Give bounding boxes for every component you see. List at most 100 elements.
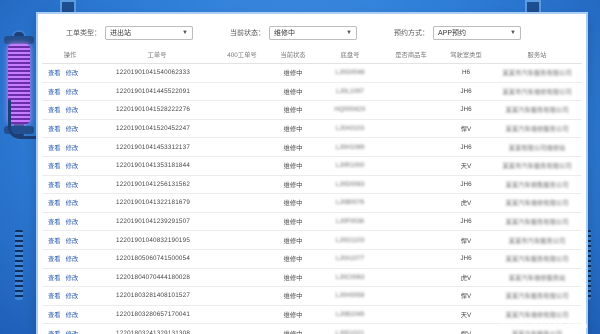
cab-type-cell: 悍V: [440, 230, 492, 250]
booking-label: 预约方式：: [394, 30, 429, 37]
chassis-number: LJ0G0048: [335, 69, 365, 77]
cab-type-cell: 虎V: [440, 268, 492, 288]
view-link[interactable]: 查看: [48, 312, 61, 319]
row-actions: 查看修改: [42, 175, 98, 195]
view-link[interactable]: 查看: [48, 163, 61, 170]
chassis-number: LJ0R1000: [335, 162, 365, 170]
chevron-down-icon: ▼: [510, 30, 516, 36]
order-number-cell: 12201901041256131562: [98, 175, 216, 195]
chassis-number: LJ0H1089: [335, 143, 365, 151]
order-number-cell: 12201901041528222276: [98, 100, 216, 120]
table-row: 查看 修改 12201804070444180028 维修中 LJ0C0063 虎V 某某汽…: [42, 268, 582, 288]
commercial-vehicle-cell: [382, 268, 440, 288]
view-link[interactable]: 查看: [48, 200, 61, 207]
row-actions: 查看修改: [42, 63, 98, 83]
chassis-number: HQ00042X: [334, 106, 366, 114]
view-link[interactable]: 查看: [48, 126, 61, 133]
cab-type-cell: JH6: [440, 82, 492, 102]
chassis-number: LJ0A0103: [335, 125, 365, 133]
edit-link[interactable]: 修改: [66, 238, 79, 245]
chevron-down-icon: ▼: [182, 30, 188, 36]
order-number-cell: 12201901041540062333: [98, 63, 216, 83]
chassis-number: LJ0L1097: [336, 87, 364, 95]
chassis-cell: LJ0D1021: [318, 323, 382, 334]
table-row: 查看 修改 12201901040832190195 维修中 LJ0G1103 悍V 某某市…: [42, 230, 582, 250]
commercial-vehicle-cell: [382, 156, 440, 176]
hotline-order-cell: [216, 268, 268, 288]
view-link[interactable]: 查看: [48, 238, 61, 245]
order-number-cell: 12201901041322181679: [98, 193, 216, 213]
service-station-cell: 某某汽车维修服务站: [492, 268, 582, 288]
chassis-cell: LJ0D0083: [318, 175, 382, 195]
view-link[interactable]: 查看: [48, 256, 61, 263]
edit-link[interactable]: 修改: [66, 256, 79, 263]
service-station-cell: 某某市汽车服务公司: [492, 230, 582, 250]
row-actions: 查看修改: [42, 100, 98, 120]
edit-link[interactable]: 修改: [66, 70, 79, 77]
edit-link[interactable]: 修改: [66, 145, 79, 152]
service-station-cell: 某某市汽车服务有限公司: [492, 63, 582, 83]
service-station-name: 某某汽车维修有限公司: [505, 200, 569, 208]
view-link[interactable]: 查看: [48, 70, 61, 77]
status-value: 维修中: [274, 30, 295, 37]
hotline-order-cell: [216, 230, 268, 250]
edit-link[interactable]: 修改: [66, 89, 79, 96]
edit-link[interactable]: 修改: [66, 126, 79, 133]
chevron-down-icon: ▼: [346, 30, 352, 36]
service-station-name: 某某汽车维修服务站: [508, 274, 566, 282]
service-station-name: 某某汽车服务有限公司: [505, 256, 569, 264]
booking-filter: 预约方式： APP预约 ▼: [394, 24, 521, 42]
service-station-name: 某某市汽车服务有限公司: [502, 163, 572, 171]
service-station-cell: 某某有限公司维修站: [492, 137, 582, 157]
table-row: 查看 修改 12201901041239291507 维修中 LJ0F0036 JH6 某某…: [42, 212, 582, 232]
service-station-cell: 某某汽车服务有限公司: [492, 100, 582, 120]
service-station-name: 某某汽车服务有限公司: [505, 293, 569, 301]
status-cell: 维修中: [268, 175, 318, 195]
chassis-cell: HQ00042X: [318, 100, 382, 120]
view-link[interactable]: 查看: [48, 331, 61, 334]
status-cell: 维修中: [268, 305, 318, 325]
row-actions: 查看修改: [42, 193, 98, 213]
order-type-select[interactable]: 进出站 ▼: [105, 26, 193, 40]
cab-type-cell: H6: [440, 63, 492, 83]
hotline-order-cell: [216, 100, 268, 120]
commercial-vehicle-cell: [382, 230, 440, 250]
service-station-cell: 某某汽车维修有限公司: [492, 193, 582, 213]
view-link[interactable]: 查看: [48, 219, 61, 226]
watermark: www.360doc.com: [501, 321, 588, 331]
chassis-number: LJ0G1103: [335, 236, 365, 244]
edit-link[interactable]: 修改: [66, 107, 79, 114]
column-header: 是否商品车: [382, 46, 440, 64]
order-type-value: 进出站: [110, 30, 131, 37]
view-link[interactable]: 查看: [48, 293, 61, 300]
view-link[interactable]: 查看: [48, 182, 61, 189]
edit-link[interactable]: 修改: [66, 163, 79, 170]
order-number-cell: 12201803280657170041: [98, 305, 216, 325]
view-link[interactable]: 查看: [48, 89, 61, 96]
status-cell: 维修中: [268, 230, 318, 250]
status-select[interactable]: 维修中 ▼: [269, 26, 357, 40]
hotline-order-cell: [216, 323, 268, 334]
edit-link[interactable]: 修改: [66, 200, 79, 207]
edit-link[interactable]: 修改: [66, 219, 79, 226]
hotline-order-cell: [216, 212, 268, 232]
view-link[interactable]: 查看: [48, 145, 61, 152]
chassis-number: LJ0A1077: [335, 255, 365, 263]
column-header: 底盘号: [318, 46, 382, 64]
edit-link[interactable]: 修改: [66, 182, 79, 189]
status-cell: 维修中: [268, 63, 318, 83]
status-cell: 维修中: [268, 119, 318, 139]
cab-type-cell: 悍V: [440, 119, 492, 139]
edit-link[interactable]: 修改: [66, 312, 79, 319]
edit-link[interactable]: 修改: [66, 275, 79, 282]
row-actions: 查看修改: [42, 230, 98, 250]
service-station-name: 某某汽车服务有限公司: [505, 219, 569, 227]
view-link[interactable]: 查看: [48, 107, 61, 114]
row-actions: 查看修改: [42, 212, 98, 232]
view-link[interactable]: 查看: [48, 275, 61, 282]
edit-link[interactable]: 修改: [66, 293, 79, 300]
edit-link[interactable]: 修改: [66, 331, 79, 334]
row-actions: 查看修改: [42, 137, 98, 157]
booking-select[interactable]: APP预约 ▼: [433, 26, 521, 40]
cab-type-cell: JH6: [440, 175, 492, 195]
